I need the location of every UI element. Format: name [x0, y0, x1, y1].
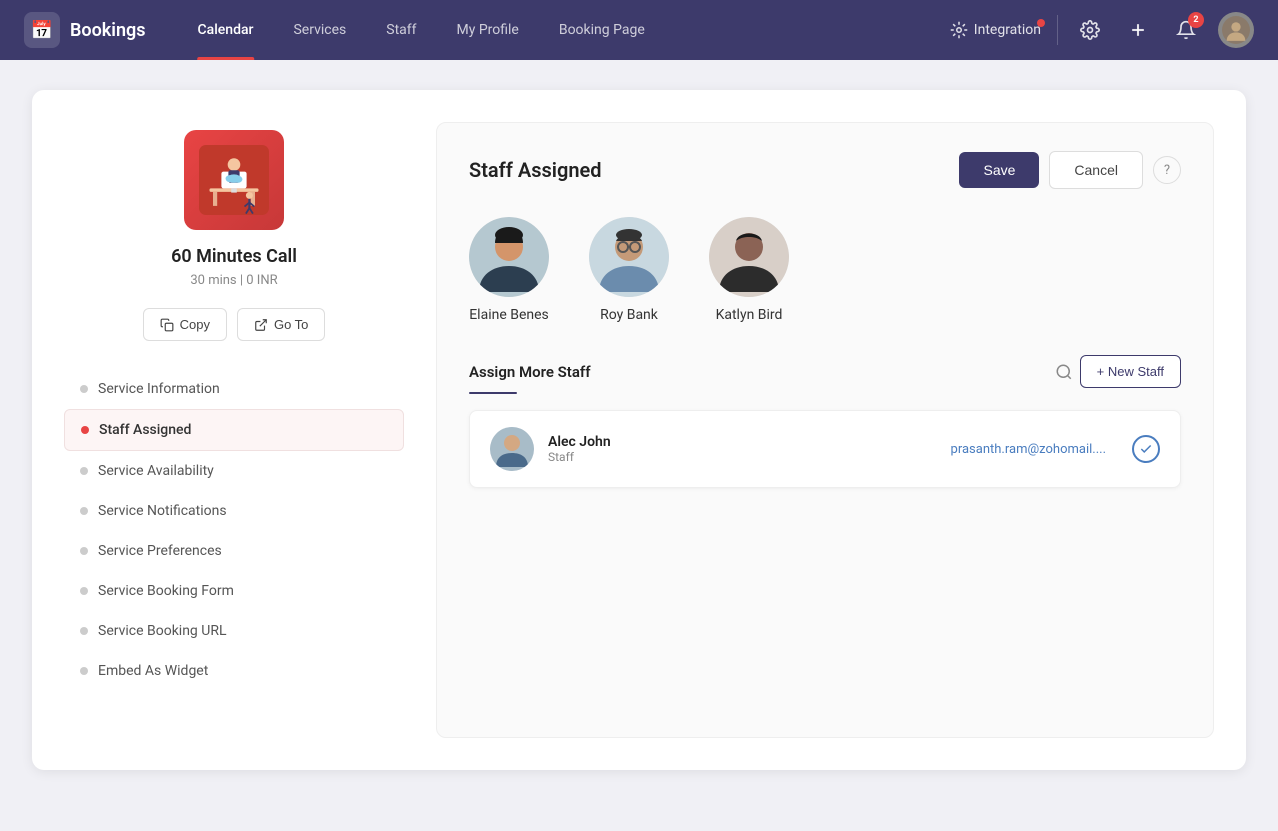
nav-services[interactable]: Services — [273, 0, 366, 60]
cancel-button[interactable]: Cancel — [1049, 151, 1143, 189]
nav-right: Integration 2 — [950, 12, 1254, 48]
left-panel: 60 Minutes Call 30 mins | 0 INR Copy — [64, 122, 404, 738]
main-card: 60 Minutes Call 30 mins | 0 INR Copy — [32, 90, 1246, 770]
menu-dot-active-icon — [81, 426, 89, 434]
assigned-staff-list: Elaine Benes — [469, 217, 1181, 323]
sidebar-item-staff-assigned[interactable]: Staff Assigned — [64, 409, 404, 451]
assign-more-header: Assign More Staff + New Staff — [469, 355, 1181, 388]
user-avatar[interactable] — [1218, 12, 1254, 48]
integration-dot — [1037, 19, 1045, 27]
menu-dot-icon — [80, 667, 88, 675]
copy-icon — [160, 318, 174, 332]
alec-avatar — [490, 427, 534, 471]
goto-icon — [254, 318, 268, 332]
nav-links: Calendar Services Staff My Profile Booki… — [178, 0, 950, 60]
assigned-staff-roy[interactable]: Roy Bank — [589, 217, 669, 323]
menu-dot-icon — [80, 467, 88, 475]
roy-name: Roy Bank — [600, 307, 658, 323]
nav-staff[interactable]: Staff — [366, 0, 436, 60]
sidebar-item-service-booking-url[interactable]: Service Booking URL — [64, 611, 404, 651]
section-title: Staff Assigned — [469, 158, 959, 182]
integration-label: Integration — [974, 22, 1041, 38]
roy-avatar — [589, 217, 669, 297]
service-meta: 30 mins | 0 INR — [190, 273, 277, 288]
menu-dot-icon — [80, 507, 88, 515]
assign-more-title: Assign More Staff — [469, 363, 1048, 381]
nav-booking-page[interactable]: Booking Page — [539, 0, 665, 60]
katlyn-avatar — [709, 217, 789, 297]
new-staff-button[interactable]: + New Staff — [1080, 355, 1181, 388]
navbar: 📅 Bookings Calendar Services Staff My Pr… — [0, 0, 1278, 60]
alec-role: Staff — [548, 450, 937, 464]
service-image — [184, 130, 284, 230]
brand-icon: 📅 — [24, 12, 60, 48]
assign-divider — [469, 392, 517, 394]
action-buttons: Copy Go To — [143, 308, 326, 341]
alec-email: prasanth.ram@zohomail.... — [951, 442, 1106, 457]
sidebar-item-service-information[interactable]: Service Information — [64, 369, 404, 409]
sidebar-item-service-notifications[interactable]: Service Notifications — [64, 491, 404, 531]
menu-dot-icon — [80, 547, 88, 555]
assigned-staff-elaine[interactable]: Elaine Benes — [469, 217, 549, 323]
sidebar-item-embed-as-widget[interactable]: Embed As Widget — [64, 651, 404, 691]
main-content: 60 Minutes Call 30 mins | 0 INR Copy — [0, 60, 1278, 800]
brand[interactable]: 📅 Bookings — [24, 12, 146, 48]
brand-name: Bookings — [70, 20, 146, 41]
service-title: 60 Minutes Call — [171, 246, 297, 267]
menu-dot-icon — [80, 587, 88, 595]
staff-list-item: Alec John Staff prasanth.ram@zohomail...… — [469, 410, 1181, 488]
sidebar-item-service-booking-form[interactable]: Service Booking Form — [64, 571, 404, 611]
section-header: Staff Assigned Save Cancel ? — [469, 151, 1181, 189]
settings-icon[interactable] — [1074, 14, 1106, 46]
search-staff-button[interactable] — [1048, 356, 1080, 388]
sidebar-item-service-availability[interactable]: Service Availability — [64, 451, 404, 491]
help-icon[interactable]: ? — [1153, 156, 1181, 184]
assigned-staff-katlyn[interactable]: Katlyn Bird — [709, 217, 789, 323]
menu-dot-icon — [80, 627, 88, 635]
notifications-icon[interactable]: 2 — [1170, 14, 1202, 46]
elaine-avatar — [469, 217, 549, 297]
elaine-name: Elaine Benes — [469, 307, 549, 323]
alec-check-button[interactable] — [1132, 435, 1160, 463]
right-panel: Staff Assigned Save Cancel ? — [436, 122, 1214, 738]
integration-link[interactable]: Integration — [950, 21, 1041, 39]
notification-badge: 2 — [1188, 12, 1204, 28]
alec-info: Alec John Staff — [548, 434, 937, 464]
alec-name: Alec John — [548, 434, 937, 450]
nav-calendar[interactable]: Calendar — [178, 0, 274, 60]
add-icon[interactable] — [1122, 14, 1154, 46]
copy-button[interactable]: Copy — [143, 308, 227, 341]
nav-my-profile[interactable]: My Profile — [437, 0, 539, 60]
side-menu: Service Information Staff Assigned Servi… — [64, 369, 404, 691]
sidebar-item-service-preferences[interactable]: Service Preferences — [64, 531, 404, 571]
goto-button[interactable]: Go To — [237, 308, 325, 341]
nav-divider — [1057, 15, 1058, 45]
menu-dot-icon — [80, 385, 88, 393]
save-button[interactable]: Save — [959, 152, 1039, 188]
katlyn-name: Katlyn Bird — [716, 307, 783, 323]
